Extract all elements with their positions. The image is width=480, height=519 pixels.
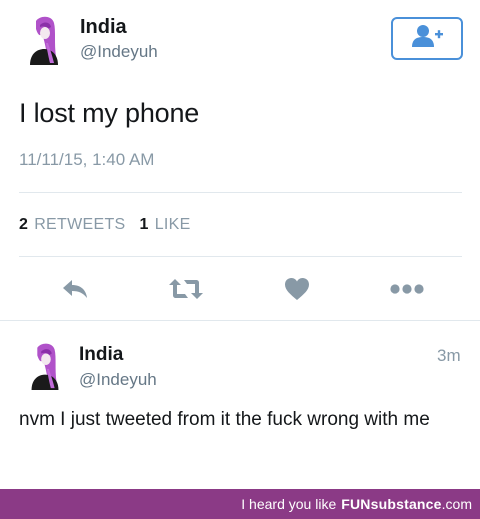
retweet-icon	[168, 277, 204, 306]
retweet-button[interactable]	[166, 276, 206, 306]
follow-user-icon	[410, 24, 444, 53]
follow-button[interactable]	[391, 17, 463, 60]
more-button[interactable]	[388, 276, 426, 306]
main-tweet: India @Indeyuh I lost my phone 11/11/15,…	[0, 0, 480, 320]
reply-author-handle[interactable]: @Indeyuh	[79, 370, 157, 390]
likes-label[interactable]: LIKE	[155, 216, 191, 234]
reply-time-ago[interactable]: 3m	[437, 346, 461, 366]
author-handle[interactable]: @Indeyuh	[80, 42, 158, 62]
tweet-timestamp[interactable]: 11/11/15, 1:40 AM	[19, 150, 154, 170]
like-button[interactable]	[280, 276, 314, 306]
footer-suffix: .com	[441, 496, 472, 512]
divider	[0, 320, 480, 321]
more-dots-icon	[389, 282, 425, 300]
tweet-stats: 2 RETWEETS 1 LIKE	[19, 216, 205, 234]
reply-icon	[61, 278, 89, 305]
reply-author-name[interactable]: India	[79, 344, 123, 366]
author-name[interactable]: India	[80, 16, 127, 39]
avatar[interactable]	[18, 13, 70, 65]
reply-button[interactable]	[56, 276, 94, 306]
watermark-footer: I heard you like FUNsubstance .com	[0, 489, 480, 519]
retweets-label[interactable]: RETWEETS	[34, 216, 125, 234]
divider	[19, 192, 462, 193]
avatar[interactable]	[20, 340, 70, 390]
reply-text: nvm I just tweeted from it the fuck wron…	[19, 409, 430, 430]
retweets-count[interactable]: 2	[19, 216, 28, 234]
divider	[19, 256, 462, 257]
footer-prefix: I heard you like	[241, 496, 337, 512]
heart-icon	[284, 277, 310, 306]
tweet-text: I lost my phone	[19, 98, 200, 128]
likes-count[interactable]: 1	[140, 216, 149, 234]
footer-brand: FUNsubstance	[341, 496, 442, 512]
